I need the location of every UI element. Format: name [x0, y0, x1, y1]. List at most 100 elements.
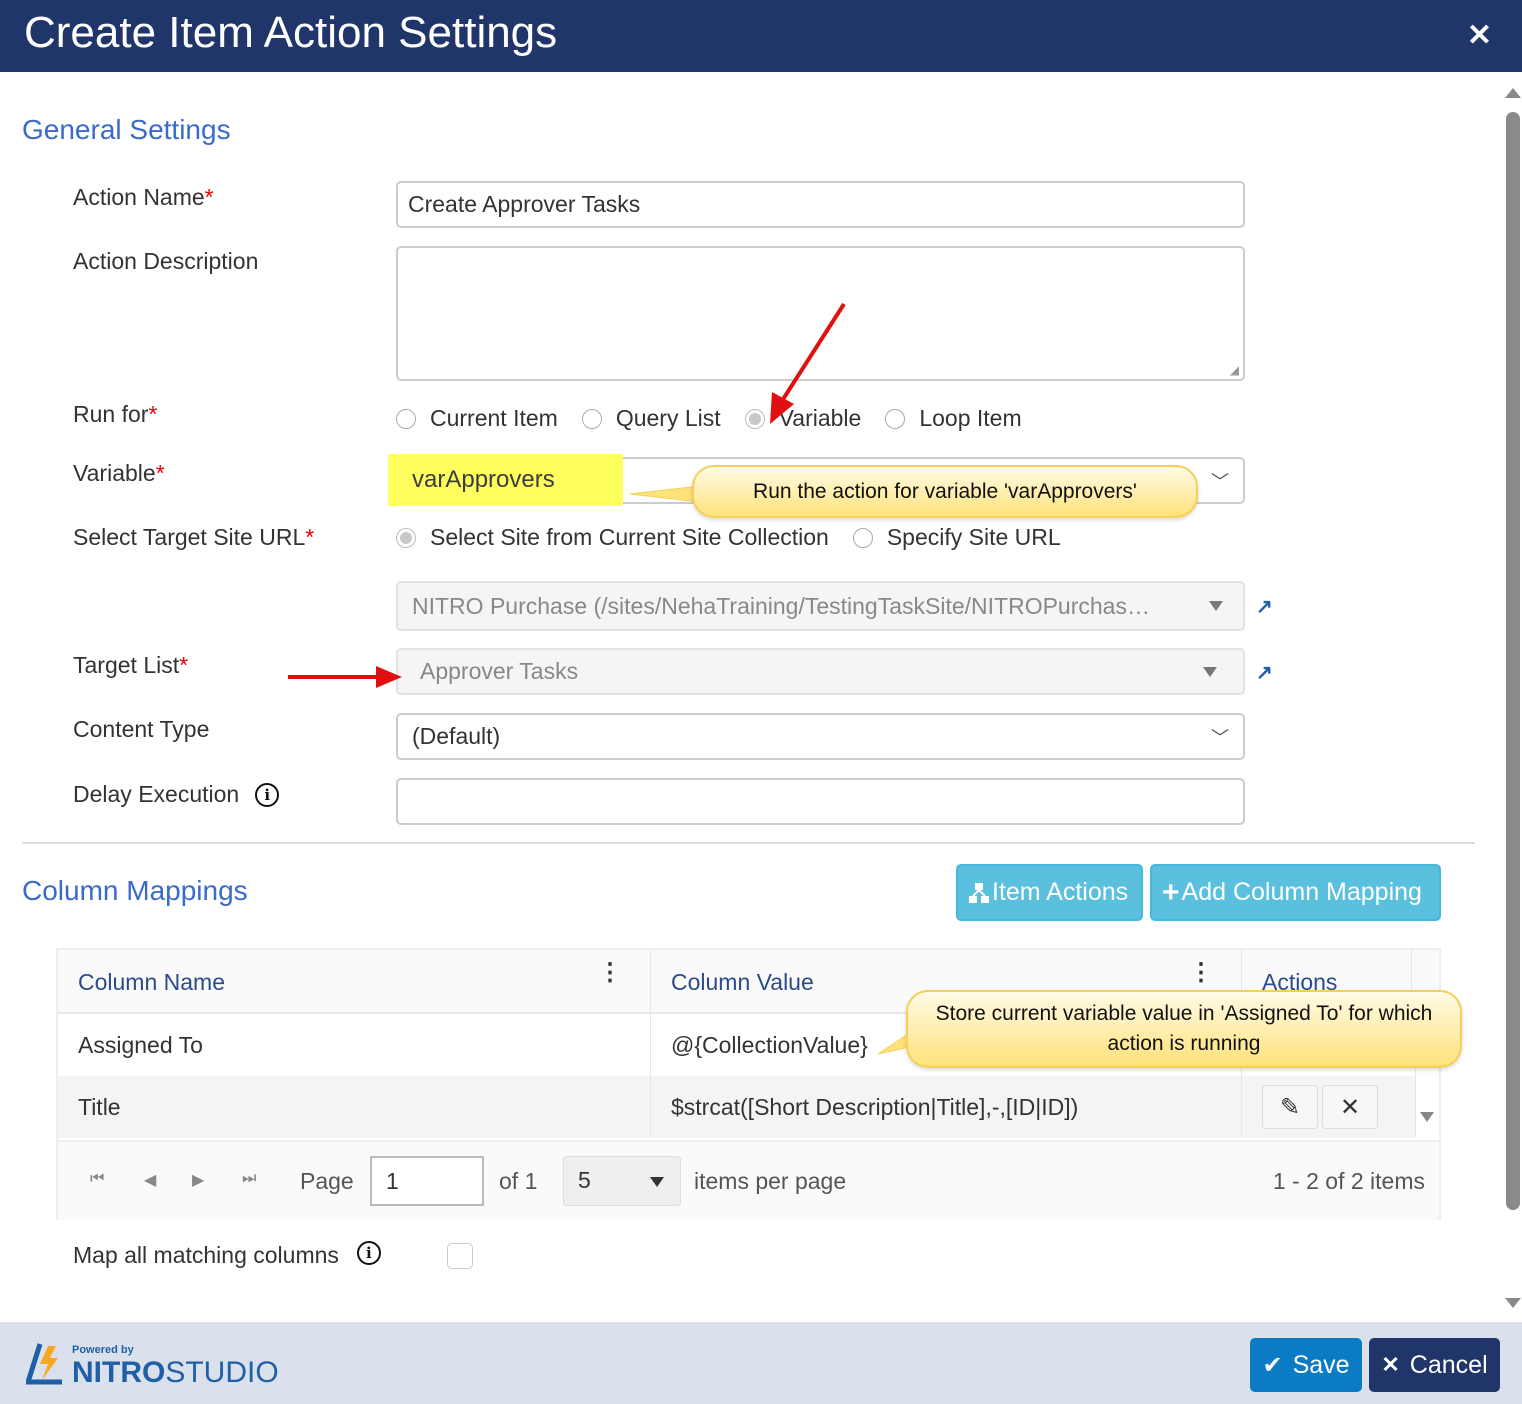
column-header-label: Column Name	[78, 968, 225, 995]
variable-callout: Run the action for variable 'varApprover…	[692, 465, 1198, 518]
radio-variable[interactable]: Variable	[744, 405, 862, 432]
action-name-label-text: Action Name	[73, 184, 205, 210]
target-list-select[interactable]: Approver Tasks	[396, 648, 1245, 695]
general-settings-heading: General Settings	[22, 114, 231, 145]
action-name-label: Action Name*	[73, 184, 214, 211]
close-x-icon: ✕	[1381, 1352, 1400, 1377]
radio-button-selected[interactable]	[396, 527, 416, 548]
radio-loop-item[interactable]: Loop Item	[885, 405, 1022, 432]
brand-bold: NITRO	[72, 1356, 166, 1389]
chevron-down-icon: ﹀	[1211, 471, 1229, 492]
radio-current-site-collection[interactable]: Select Site from Current Site Collection	[396, 524, 829, 551]
save-button[interactable]: ✔ Save	[1250, 1338, 1362, 1392]
column-mappings-heading: Column Mappings	[22, 875, 248, 906]
radio-specify-site-url[interactable]: Specify Site URL	[852, 524, 1061, 551]
section-divider	[22, 842, 1475, 844]
cell-column-name: Title	[58, 1076, 651, 1138]
delay-execution-label: Delay Execution i	[73, 781, 280, 808]
target-site-select[interactable]: NITRO Purchase (/sites/NehaTraining/Test…	[396, 581, 1245, 631]
scrollbar-thumb[interactable]	[1506, 112, 1520, 1210]
add-column-mapping-button[interactable]: + Add Column Mapping	[1150, 864, 1441, 921]
radio-button[interactable]	[396, 408, 416, 429]
radio-label: Loop Item	[919, 405, 1022, 431]
column-menu-icon[interactable]: ⋮	[1189, 961, 1213, 985]
delay-execution-input[interactable]	[396, 778, 1245, 825]
scroll-down-arrow-icon[interactable]	[1505, 1298, 1521, 1308]
vertical-scrollbar[interactable]	[1504, 82, 1522, 1314]
radio-button[interactable]	[885, 408, 906, 429]
next-page-icon[interactable]: ▶	[192, 1170, 204, 1190]
action-description-textarea[interactable]: ◢	[396, 246, 1245, 381]
edit-pencil-icon[interactable]: ✎	[1262, 1085, 1318, 1129]
page-count-label: of 1	[499, 1168, 538, 1194]
content-type-select[interactable]: (Default) ﹀	[396, 713, 1245, 760]
radio-label: Specify Site URL	[886, 524, 1061, 550]
page-number-input[interactable]: 1	[370, 1156, 484, 1206]
first-page-icon[interactable]: ⏮	[90, 1170, 104, 1188]
target-site-label: Select Target Site URL*	[73, 524, 314, 551]
items-per-page-label: items per page	[694, 1168, 847, 1194]
items-summary: 1 - 2 of 2 items	[1272, 1168, 1425, 1194]
grid-scroll-down-icon[interactable]	[1420, 1112, 1434, 1122]
content-type-label: Content Type	[73, 716, 210, 742]
column-header-name[interactable]: Column Name ⋮	[58, 950, 651, 1014]
annotation-arrow-icon	[288, 666, 402, 688]
radio-label: Current Item	[430, 405, 558, 431]
column-header-label: Column Value	[671, 968, 814, 995]
open-external-link-icon[interactable]: ↗	[1256, 660, 1276, 684]
page-size-select[interactable]: 5	[563, 1156, 681, 1206]
delete-x-icon[interactable]: ✕	[1322, 1085, 1378, 1129]
item-actions-label: Item Actions	[992, 878, 1129, 906]
nitro-logo-icon	[26, 1343, 62, 1385]
nitro-studio-logo: Powered by NITROSTUDIO	[26, 1340, 279, 1388]
dropdown-arrow-icon	[1209, 601, 1223, 611]
scroll-up-arrow-icon[interactable]	[1505, 88, 1521, 98]
resize-handle-icon[interactable]: ◢	[1230, 363, 1239, 377]
radio-button[interactable]	[581, 408, 602, 429]
run-for-radio-group: Current Item Query List Variable Loop It…	[396, 405, 1046, 432]
radio-label: Variable	[778, 405, 862, 431]
required-marker: *	[204, 184, 214, 210]
column-menu-icon[interactable]: ⋮	[598, 961, 622, 985]
radio-query-list[interactable]: Query List	[581, 405, 721, 432]
map-all-label: Map all matching columns i	[73, 1240, 381, 1269]
open-external-link-icon[interactable]: ↗	[1256, 594, 1276, 618]
last-page-icon[interactable]: ⏭	[242, 1170, 256, 1188]
dropdown-arrow-icon	[650, 1177, 664, 1187]
dropdown-arrow-icon	[1203, 666, 1217, 677]
page-label: Page	[300, 1168, 354, 1194]
brand-light: STUDIO	[165, 1356, 279, 1389]
target-list-value: Approver Tasks	[420, 658, 579, 684]
info-icon[interactable]: i	[255, 782, 280, 807]
target-list-label-text: Target List	[73, 652, 180, 678]
required-marker: *	[148, 401, 158, 427]
chevron-down-icon: ﹀	[1211, 727, 1229, 748]
radio-current-item[interactable]: Current Item	[396, 405, 558, 432]
run-for-label-text: Run for	[73, 401, 149, 427]
column-mappings-grid: Column Name ⋮ Column Value ⋮ Actions Assig…	[56, 948, 1441, 1220]
cancel-button[interactable]: ✕ Cancel	[1369, 1338, 1500, 1392]
info-icon[interactable]: i	[356, 1240, 381, 1265]
target-site-value: NITRO Purchase (/sites/NehaTraining/Test…	[412, 592, 1150, 619]
previous-page-icon[interactable]: ◀	[144, 1170, 156, 1190]
variable-value-highlight: varApprovers	[388, 454, 623, 506]
sitemap-icon	[969, 882, 989, 903]
add-column-mapping-label: Add Column Mapping	[1181, 878, 1422, 906]
cell-column-value: $strcat([Short Description|Title],-,[ID|…	[651, 1076, 1242, 1138]
delay-execution-label-text: Delay Execution	[73, 781, 240, 807]
action-name-input[interactable]: Create Approver Tasks	[396, 181, 1245, 228]
item-actions-button[interactable]: Item Actions	[956, 864, 1143, 921]
radio-button[interactable]	[852, 527, 873, 548]
page-size-value: 5	[578, 1167, 591, 1193]
target-site-label-text: Select Target Site URL	[73, 524, 306, 550]
variable-label-text: Variable	[73, 460, 156, 486]
radio-button-selected[interactable]	[744, 408, 765, 429]
map-all-checkbox[interactable]	[447, 1243, 473, 1269]
grid-pager: ⏮ ◀ ▶ ⏭ Page 1 of 1 5 items per page 1 -…	[58, 1140, 1439, 1220]
close-icon[interactable]: ✕	[1467, 18, 1492, 53]
brand-name: NITROSTUDIO	[72, 1358, 279, 1388]
radio-label: Select Site from Current Site Collection	[430, 524, 829, 550]
cell-column-name: Assigned To	[58, 1014, 651, 1076]
map-all-label-text: Map all matching columns	[73, 1242, 339, 1268]
content-type-value: (Default)	[412, 723, 501, 749]
